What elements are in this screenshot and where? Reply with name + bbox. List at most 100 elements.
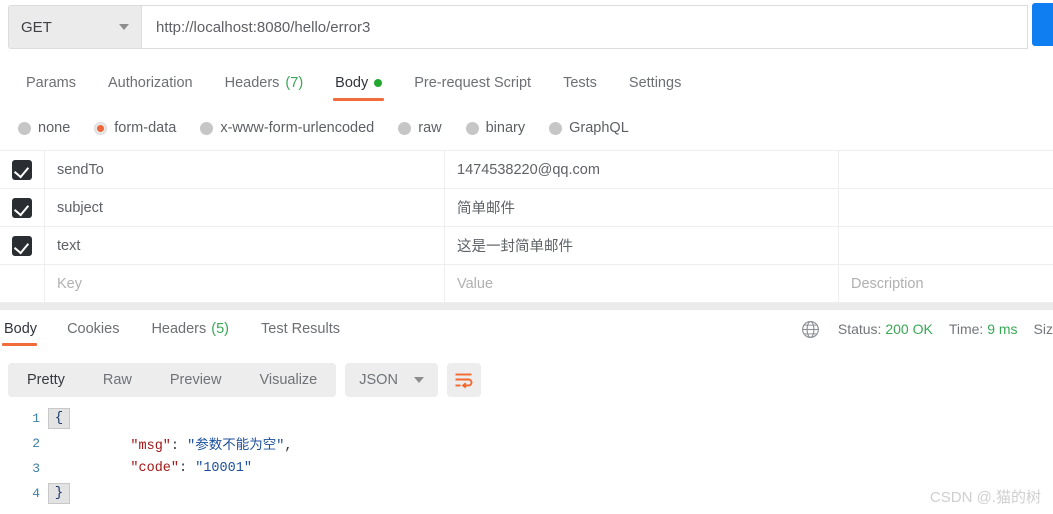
json-key: "code"	[98, 461, 180, 476]
view-visualize-label: Visualize	[259, 372, 318, 388]
radio-raw[interactable]: raw	[398, 120, 442, 136]
time-badge: Time: 9 ms	[949, 321, 1018, 337]
tab-params[interactable]: Params	[10, 62, 92, 104]
radio-x-www-form-urlencoded[interactable]: x-www-form-urlencoded	[200, 120, 374, 136]
response-format-selector[interactable]: JSON	[345, 363, 438, 397]
row-enabled-checkbox[interactable]	[0, 227, 44, 265]
time-value: 9 ms	[987, 321, 1018, 337]
view-raw-button[interactable]: Raw	[84, 363, 151, 397]
tab-pre-request-script[interactable]: Pre-request Script	[398, 62, 547, 104]
code-line: 2 "msg": "参数不能为空",	[0, 431, 1053, 456]
chevron-down-icon	[119, 24, 129, 30]
status-label: Status:	[837, 321, 882, 337]
radio-x-www-form-urlencoded-label: x-www-form-urlencoded	[220, 120, 375, 136]
radio-binary[interactable]: binary	[465, 120, 526, 136]
wrap-lines-button[interactable]	[446, 363, 481, 397]
code-line: 3 "code": "10001"	[0, 456, 1053, 481]
row-key-value: subject	[57, 199, 103, 216]
radio-graphql[interactable]: GraphQL	[549, 120, 629, 136]
radio-none-label: none	[38, 120, 71, 136]
url-input-value: http://localhost:8080/hello/error3	[156, 18, 371, 36]
response-tab-test-results[interactable]: Test Results	[245, 312, 356, 346]
view-raw-label: Raw	[102, 372, 132, 388]
new-row-key-input[interactable]: Key	[44, 264, 444, 303]
tab-tests[interactable]: Tests	[547, 62, 613, 104]
checkbox-checked-icon	[12, 235, 32, 256]
json-key: "msg"	[98, 439, 171, 454]
radio-form-data[interactable]: form-data	[94, 120, 176, 136]
radio-none-dot-icon	[18, 121, 31, 135]
tab-tests-label: Tests	[563, 75, 597, 91]
tab-authorization-label: Authorization	[107, 75, 193, 91]
row-enabled-checkbox[interactable]	[0, 189, 44, 227]
row-value-value: 这是一封简单邮件	[457, 239, 573, 255]
tab-settings-label: Settings	[628, 75, 682, 91]
row-value-input[interactable]: 简单邮件	[444, 188, 838, 227]
view-preview-button[interactable]: Preview	[151, 363, 241, 397]
row-key-value: text	[57, 237, 81, 254]
row-value-input[interactable]: 1474538220@qq.com	[444, 150, 838, 189]
response-tab-body[interactable]: Body	[0, 312, 51, 346]
checkbox-checked-icon	[12, 159, 32, 180]
row-value-value: 简单邮件	[457, 201, 515, 217]
http-method-selector[interactable]: GET	[8, 5, 142, 49]
new-row-description-placeholder: Description	[851, 275, 924, 292]
row-key-input[interactable]: sendTo	[44, 150, 444, 189]
row-key-input[interactable]: subject	[44, 188, 444, 227]
table-row: subject 简单邮件	[0, 188, 1053, 227]
status-badge: Status: 200 OK	[838, 321, 933, 337]
view-pretty-button[interactable]: Pretty	[8, 363, 84, 397]
table-row-empty: Key Value Description	[0, 264, 1053, 303]
row-value-value: 1474538220@qq.com	[457, 161, 600, 178]
row-enabled-checkbox[interactable]	[0, 151, 44, 189]
code-line: 1 {	[0, 406, 1053, 431]
row-description-input[interactable]	[838, 226, 1053, 265]
response-view-segmented-control: Pretty Raw Preview Visualize	[8, 363, 337, 397]
view-visualize-button[interactable]: Visualize	[240, 363, 336, 397]
row-description-input[interactable]	[838, 150, 1053, 189]
code-fold-marker[interactable]: }	[48, 483, 70, 504]
tab-body[interactable]: Body	[319, 62, 398, 104]
response-tab-headers-count: (5)	[211, 321, 229, 337]
radio-graphql-dot-icon	[549, 121, 563, 135]
row-description-input[interactable]	[838, 188, 1053, 227]
request-tab-strip: Params Authorization Headers (7) Body Pr…	[0, 62, 1053, 104]
send-button[interactable]	[1032, 3, 1053, 46]
request-url-bar: GET http://localhost:8080/hello/error3	[0, 0, 1053, 58]
time-label: Time:	[948, 321, 984, 337]
panel-divider[interactable]	[0, 303, 1053, 310]
line-number: 1	[32, 411, 40, 426]
wrap-lines-icon	[455, 373, 473, 388]
radio-graphql-label: GraphQL	[569, 120, 629, 136]
tab-settings[interactable]: Settings	[613, 62, 697, 104]
tab-headers-count: (7)	[285, 75, 304, 91]
row-enabled-checkbox-empty[interactable]	[0, 265, 44, 303]
radio-raw-label: raw	[418, 120, 442, 136]
json-value: "参数不能为空"	[187, 439, 285, 454]
response-body-code[interactable]: 1 { 2 "msg": "参数不能为空", 3 "code": "10001"…	[0, 406, 1053, 514]
response-tab-headers[interactable]: Headers (5)	[135, 312, 245, 346]
view-pretty-label: Pretty	[27, 372, 65, 388]
size-label-truncated: Siz	[1033, 321, 1053, 337]
row-key-value: sendTo	[57, 161, 104, 178]
response-tab-cookies[interactable]: Cookies	[51, 312, 135, 346]
tab-authorization[interactable]: Authorization	[92, 62, 209, 104]
response-tab-cookies-label: Cookies	[67, 321, 120, 337]
tab-headers[interactable]: Headers (7)	[209, 62, 320, 104]
radio-form-data-label: form-data	[114, 120, 177, 136]
json-colon: :	[179, 461, 196, 476]
line-number: 2	[32, 436, 40, 451]
radio-none[interactable]: none	[18, 120, 70, 136]
url-input[interactable]: http://localhost:8080/hello/error3	[142, 5, 1028, 49]
radio-binary-label: binary	[485, 120, 526, 136]
new-row-value-input[interactable]: Value	[444, 264, 838, 303]
row-key-input[interactable]: text	[44, 226, 444, 265]
new-row-description-input[interactable]: Description	[838, 264, 1053, 303]
line-number: 3	[32, 461, 40, 476]
body-present-dot-icon	[374, 79, 383, 87]
code-fold-marker[interactable]: {	[48, 408, 70, 429]
row-value-input[interactable]: 这是一封简单邮件	[444, 226, 838, 265]
postman-window: GET http://localhost:8080/hello/error3 P…	[0, 0, 1053, 514]
tab-params-label: Params	[26, 75, 76, 91]
code-line-content: "msg": "参数不能为空",	[70, 433, 292, 454]
